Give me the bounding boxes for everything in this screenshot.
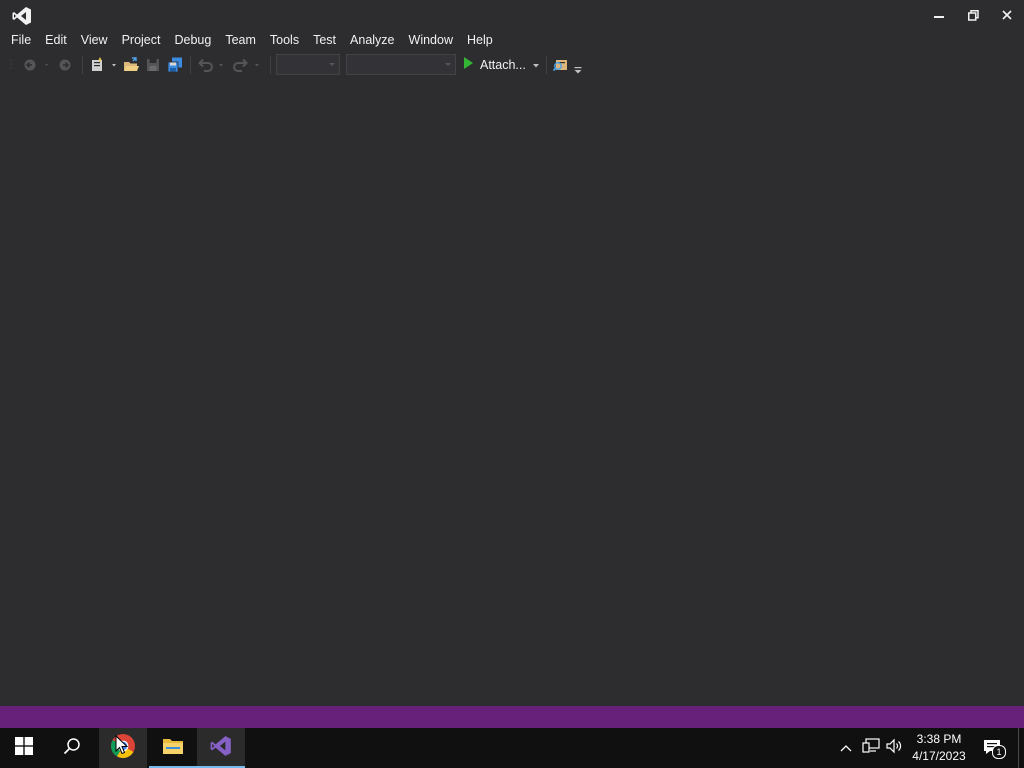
close-button[interactable]: [990, 0, 1024, 30]
toolbar-grip[interactable]: [8, 56, 14, 74]
menu-window[interactable]: Window: [402, 30, 460, 51]
minimize-button[interactable]: [922, 0, 956, 30]
save-icon: [146, 58, 160, 72]
toolbar-options-icon: [574, 66, 582, 74]
new-project-icon: [89, 57, 117, 73]
search-icon: [63, 737, 81, 760]
taskbar-visual-studio[interactable]: [197, 728, 245, 768]
toolbar-separator: [546, 56, 547, 74]
toolbar-separator: [270, 56, 271, 74]
solution-configuration-combo[interactable]: [276, 54, 340, 75]
chevron-down-icon[interactable]: [532, 56, 540, 74]
navigate-back-button[interactable]: [22, 56, 50, 74]
show-desktop-button[interactable]: [1018, 728, 1019, 768]
navigate-forward-button[interactable]: [56, 56, 74, 74]
menu-team[interactable]: Team: [218, 30, 263, 51]
start-icon: [462, 56, 474, 75]
redo-button[interactable]: [232, 56, 264, 74]
show-hidden-icons-button[interactable]: [836, 728, 856, 768]
menu-project[interactable]: Project: [115, 30, 168, 51]
menu-tools[interactable]: Tools: [263, 30, 306, 51]
volume-icon: [886, 738, 904, 759]
navigate-forward-icon: [58, 58, 72, 72]
toolbar-separator: [82, 56, 83, 74]
mouse-cursor-icon: [115, 734, 129, 760]
volume-button[interactable]: [884, 728, 906, 768]
open-file-button[interactable]: [122, 56, 140, 74]
menu-test[interactable]: Test: [306, 30, 343, 51]
status-bar: [0, 706, 1024, 728]
title-bar: [0, 0, 1024, 30]
search-button[interactable]: [48, 728, 96, 768]
open-file-icon: [123, 57, 139, 73]
visual-studio-logo-icon[interactable]: [11, 5, 33, 27]
menu-help[interactable]: Help: [460, 30, 500, 51]
find-in-files-icon: [553, 57, 569, 73]
taskbar-file-explorer[interactable]: [149, 728, 197, 768]
undo-button[interactable]: [196, 56, 228, 74]
save-all-icon: [167, 57, 183, 73]
menu-analyze[interactable]: Analyze: [343, 30, 401, 51]
new-project-button[interactable]: [88, 56, 118, 74]
notification-center-button[interactable]: 1: [980, 728, 1006, 768]
navigate-back-icon: [23, 58, 49, 72]
menu-bar: File Edit View Project Debug Team Tools …: [0, 30, 1024, 51]
start-button[interactable]: [0, 728, 48, 768]
network-button[interactable]: [860, 728, 882, 768]
undo-icon: [197, 57, 227, 73]
toolbar-overflow-button[interactable]: [572, 64, 584, 76]
chevron-down-icon: [329, 63, 335, 66]
clock-date: 4/17/2023: [912, 749, 966, 763]
save-button[interactable]: [144, 56, 162, 74]
chevron-down-icon: [445, 63, 451, 66]
save-all-button[interactable]: [166, 56, 184, 74]
toolbar-separator: [190, 56, 191, 74]
file-explorer-icon: [162, 736, 184, 761]
editor-area: [0, 79, 1024, 706]
close-icon: [1002, 10, 1012, 20]
notification-count-badge: 1: [992, 745, 1006, 759]
clock-time: 3:38 PM: [916, 732, 962, 746]
menu-edit[interactable]: Edit: [38, 30, 74, 51]
solution-platform-combo[interactable]: [346, 54, 456, 75]
restore-button[interactable]: [956, 0, 990, 30]
attach-button[interactable]: Attach...: [462, 55, 540, 75]
system-clock[interactable]: 3:38 PM 4/17/2023: [904, 728, 974, 768]
windows-start-icon: [15, 736, 33, 760]
visual-studio-icon: [209, 734, 233, 763]
taskbar: 3:38 PM 4/17/2023 1: [0, 728, 1024, 768]
menu-debug[interactable]: Debug: [167, 30, 218, 51]
attach-label: Attach...: [480, 58, 526, 72]
show-hidden-icons-icon: [840, 739, 852, 757]
menu-file[interactable]: File: [0, 30, 38, 51]
redo-icon: [233, 57, 263, 73]
find-in-files-button[interactable]: [552, 56, 570, 74]
minimize-icon: [934, 10, 944, 20]
notification-icon: 1: [983, 739, 1006, 759]
restore-icon: [967, 9, 979, 21]
network-icon: [862, 737, 880, 759]
menu-view[interactable]: View: [74, 30, 115, 51]
